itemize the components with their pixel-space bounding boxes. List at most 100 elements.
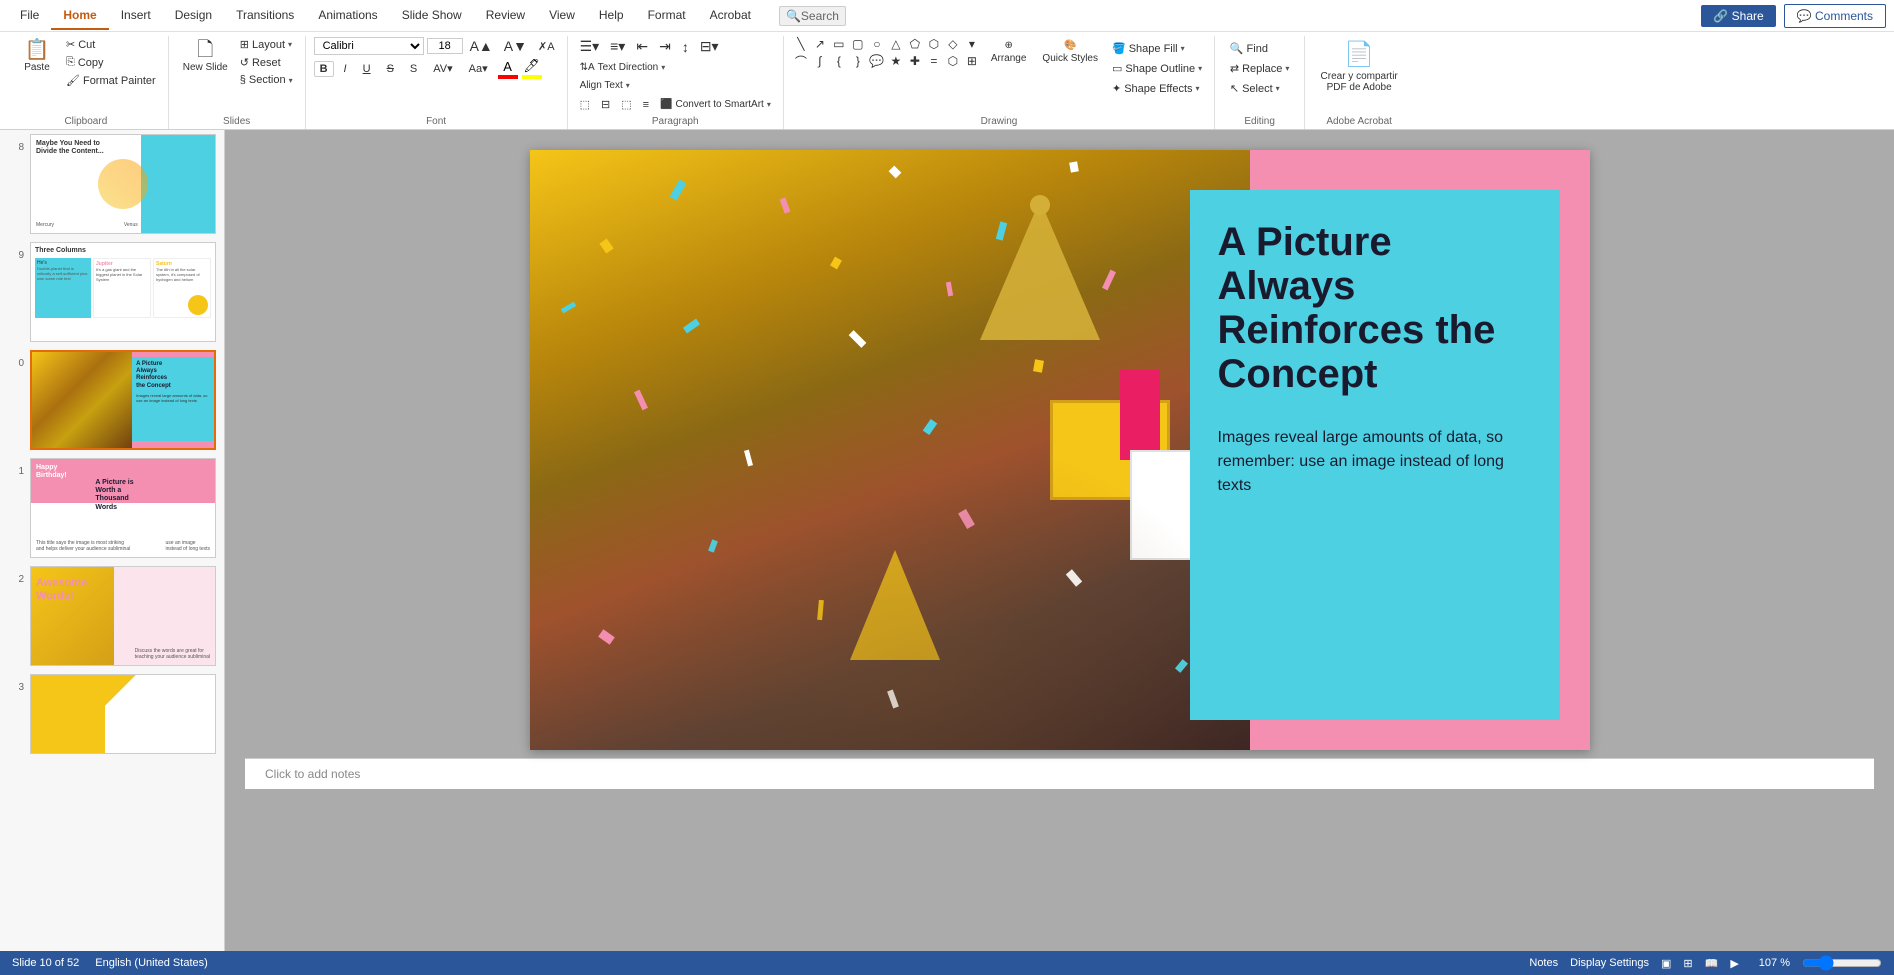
shape-callout[interactable]: 💬 (868, 53, 886, 69)
display-settings-button[interactable]: Display Settings (1570, 957, 1649, 969)
slide-sorter-button[interactable]: ⊞ (1683, 957, 1692, 970)
change-case-button[interactable]: Aa▾ (463, 60, 494, 77)
tab-format[interactable]: Format (636, 2, 698, 30)
acrobat-create-button[interactable]: 📄 Crear y compartir PDF de Adobe (1313, 36, 1405, 97)
search-icon: 🔍 (786, 9, 801, 23)
justify-button[interactable]: ≡ (639, 97, 653, 113)
align-text-button[interactable]: Align Text ▾ (576, 78, 634, 93)
shape-triangle[interactable]: △ (887, 36, 905, 52)
shape-eq[interactable]: = (925, 53, 943, 69)
search-box[interactable]: 🔍 Search (779, 6, 846, 26)
font-color-button[interactable]: A (498, 59, 518, 79)
smartart-button[interactable]: ⬛ Convert to SmartArt ▾ (656, 97, 775, 112)
shape-star[interactable]: ★ (887, 53, 905, 69)
slide-photo (530, 150, 1250, 750)
line-spacing-button[interactable]: ↕ (678, 37, 693, 57)
shape-cube[interactable]: ⬡ (944, 53, 962, 69)
columns-button[interactable]: ⊟▾ (696, 36, 723, 57)
zoom-slider[interactable] (1802, 955, 1882, 971)
shape-curve[interactable]: ∫ (811, 53, 829, 69)
find-button[interactable]: 🔍 Find (1226, 40, 1294, 57)
clear-formatting-button[interactable]: ✗A (534, 38, 559, 55)
slide-thumb-10[interactable]: A PictureAlwaysReinforcesthe Concept Ima… (30, 350, 216, 450)
numbering-button[interactable]: ≡▾ (606, 36, 629, 57)
comments-button[interactable]: 💬 Comments (1784, 4, 1886, 28)
reading-view-button[interactable]: 📖 (1705, 957, 1719, 970)
tab-review[interactable]: Review (474, 2, 537, 30)
shape-diamond[interactable]: ◇ (944, 36, 962, 52)
shape-outline-button[interactable]: ▭ Shape Outline ▾ (1108, 60, 1206, 77)
copy-button[interactable]: ⎘ Copy (62, 54, 160, 71)
arrange-button[interactable]: ⊕ Arrange (985, 36, 1033, 68)
align-center-button[interactable]: ⊟ (597, 96, 614, 113)
notes-bar[interactable]: Click to add notes (245, 758, 1874, 789)
slide-canvas[interactable]: A Picture Always Reinforces the Concept … (530, 150, 1590, 750)
new-slide-button[interactable]: 🗋 New Slide (177, 36, 234, 77)
increase-indent-button[interactable]: ⇥ (655, 36, 675, 57)
shape-pentagon[interactable]: ⬠ (906, 36, 924, 52)
normal-view-button[interactable]: ▣ (1661, 957, 1671, 970)
slide-thumb-13[interactable] (30, 674, 216, 754)
tab-insert[interactable]: Insert (109, 2, 163, 30)
select-button[interactable]: ↖ Select ▾ (1226, 80, 1294, 97)
slide-thumb-container-11: 1 HappyBirthday! A Picture isWorth aThou… (0, 454, 224, 562)
shape-more[interactable]: ▾ (963, 36, 981, 52)
bullets-button[interactable]: ☰▾ (576, 36, 604, 57)
shape-freeform[interactable]: ⌒ (792, 53, 810, 69)
bold-button[interactable]: B (314, 61, 334, 77)
align-right-button[interactable]: ⬚ (617, 96, 635, 113)
tab-home[interactable]: Home (51, 2, 108, 30)
tab-help[interactable]: Help (587, 2, 636, 30)
ribbon: File Home Insert Design Transitions Anim… (0, 0, 1894, 130)
shape-oval[interactable]: ○ (868, 36, 886, 52)
font-size-input[interactable] (427, 38, 463, 54)
underline-button[interactable]: U (357, 61, 377, 77)
cut-button[interactable]: ✂ Cut (62, 36, 160, 53)
decrease-indent-button[interactable]: ⇤ (632, 36, 652, 57)
shape-fill-button[interactable]: 🪣 Shape Fill ▾ (1108, 40, 1206, 57)
char-spacing-button[interactable]: AV▾ (427, 60, 458, 77)
tab-file[interactable]: File (8, 2, 51, 30)
shape-cross[interactable]: ✚ (906, 53, 924, 69)
quick-styles-button[interactable]: 🎨 Quick Styles (1036, 36, 1104, 68)
shape-effects-button[interactable]: ✦ Shape Effects ▾ (1108, 80, 1206, 97)
slide-text-box[interactable]: A Picture Always Reinforces the Concept … (1190, 190, 1560, 720)
reset-button[interactable]: ↺ Reset (236, 54, 297, 71)
format-painter-button[interactable]: 🖌 Format Painter (62, 72, 160, 89)
shape-hexagon[interactable]: ⬡ (925, 36, 943, 52)
tab-view[interactable]: View (537, 2, 587, 30)
font-name-select[interactable]: Calibri (314, 37, 424, 55)
share-button[interactable]: 🔗 Share (1701, 5, 1775, 27)
section-button[interactable]: § Section ▾ (236, 72, 297, 88)
slide-thumb-8[interactable]: Maybe You Need toDivide the Content... M… (30, 134, 216, 234)
tab-design[interactable]: Design (163, 2, 224, 30)
tab-animations[interactable]: Animations (306, 2, 389, 30)
align-left-button[interactable]: ⬚ (576, 96, 594, 113)
decrease-font-size-button[interactable]: A▼ (500, 36, 531, 56)
shape-bracket[interactable]: { (830, 53, 848, 69)
tab-slideshow[interactable]: Slide Show (390, 2, 474, 30)
increase-font-size-button[interactable]: A▲ (466, 36, 497, 56)
paste-button[interactable]: 📋 Paste (12, 36, 62, 77)
highlight-color-button[interactable]: 🖊 (522, 58, 542, 79)
shape-line[interactable]: ╲ (792, 36, 810, 52)
shape-rect[interactable]: ▭ (830, 36, 848, 52)
tab-transitions[interactable]: Transitions (224, 2, 306, 30)
slideshow-button[interactable]: ▶ (1730, 957, 1738, 970)
shape-brace[interactable]: } (849, 53, 867, 69)
layout-button[interactable]: ⊞ Layout ▾ (236, 36, 297, 53)
text-direction-button[interactable]: ⇅A Text Direction ▾ (576, 60, 670, 75)
slide-thumb-container-12: 2 AwesomeWords! Discuss the words are gr… (0, 562, 224, 670)
replace-button[interactable]: ⇄ Replace ▾ (1226, 60, 1294, 77)
shape-rounded-rect[interactable]: ▢ (849, 36, 867, 52)
slide-thumb-11[interactable]: HappyBirthday! A Picture isWorth aThousa… (30, 458, 216, 558)
shape-expand[interactable]: ⊞ (963, 53, 981, 69)
strikethrough-button[interactable]: S (381, 61, 400, 77)
tab-acrobat[interactable]: Acrobat (698, 2, 763, 30)
italic-button[interactable]: I (338, 61, 353, 77)
notes-button[interactable]: Notes (1529, 957, 1558, 969)
slide-thumb-12[interactable]: AwesomeWords! Discuss the words are grea… (30, 566, 216, 666)
slide-thumb-9[interactable]: Three Columns He's Double-planet that is… (30, 242, 216, 342)
shape-arrow[interactable]: ↗ (811, 36, 829, 52)
shadow-button[interactable]: S (404, 61, 423, 77)
